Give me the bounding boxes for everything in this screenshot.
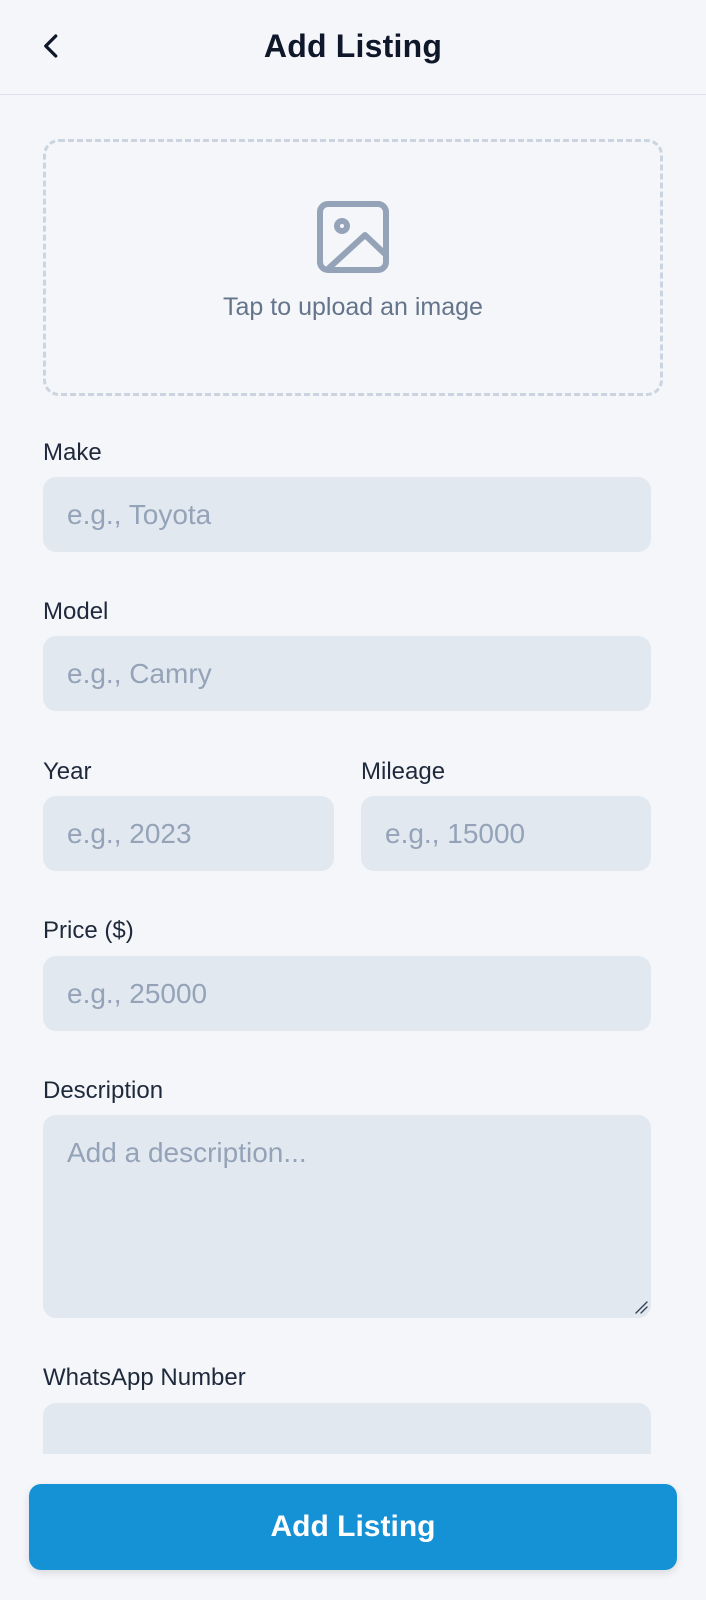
whatsapp-input[interactable] bbox=[43, 1403, 651, 1454]
price-label: Price ($) bbox=[43, 917, 134, 944]
mileage-label: Mileage bbox=[361, 758, 446, 785]
price-input[interactable] bbox=[43, 956, 651, 1031]
description-textarea[interactable] bbox=[43, 1115, 651, 1318]
make-input[interactable] bbox=[43, 477, 651, 552]
header: Add Listing bbox=[0, 0, 706, 95]
image-upload-area[interactable]: Tap to upload an image bbox=[43, 139, 663, 396]
year-label: Year bbox=[43, 758, 92, 785]
add-listing-screen: Add Listing Tap to upload an image Make … bbox=[0, 0, 706, 1600]
add-listing-button[interactable]: Add Listing bbox=[29, 1484, 677, 1570]
form-scroll-area[interactable]: Tap to upload an image Make Model Year M… bbox=[0, 96, 706, 1454]
model-label: Model bbox=[43, 598, 109, 625]
page-title: Add Listing bbox=[263, 28, 443, 64]
mileage-input[interactable] bbox=[361, 796, 651, 871]
upload-hint-text: Tap to upload an image bbox=[223, 293, 483, 321]
description-label: Description bbox=[43, 1077, 164, 1104]
model-input[interactable] bbox=[43, 636, 651, 711]
resize-handle-icon[interactable] bbox=[634, 1300, 648, 1314]
footer: Add Listing bbox=[0, 1455, 706, 1600]
image-icon bbox=[317, 201, 389, 273]
year-input[interactable] bbox=[43, 796, 334, 871]
make-label: Make bbox=[43, 439, 102, 466]
whatsapp-label: WhatsApp Number bbox=[43, 1364, 246, 1391]
